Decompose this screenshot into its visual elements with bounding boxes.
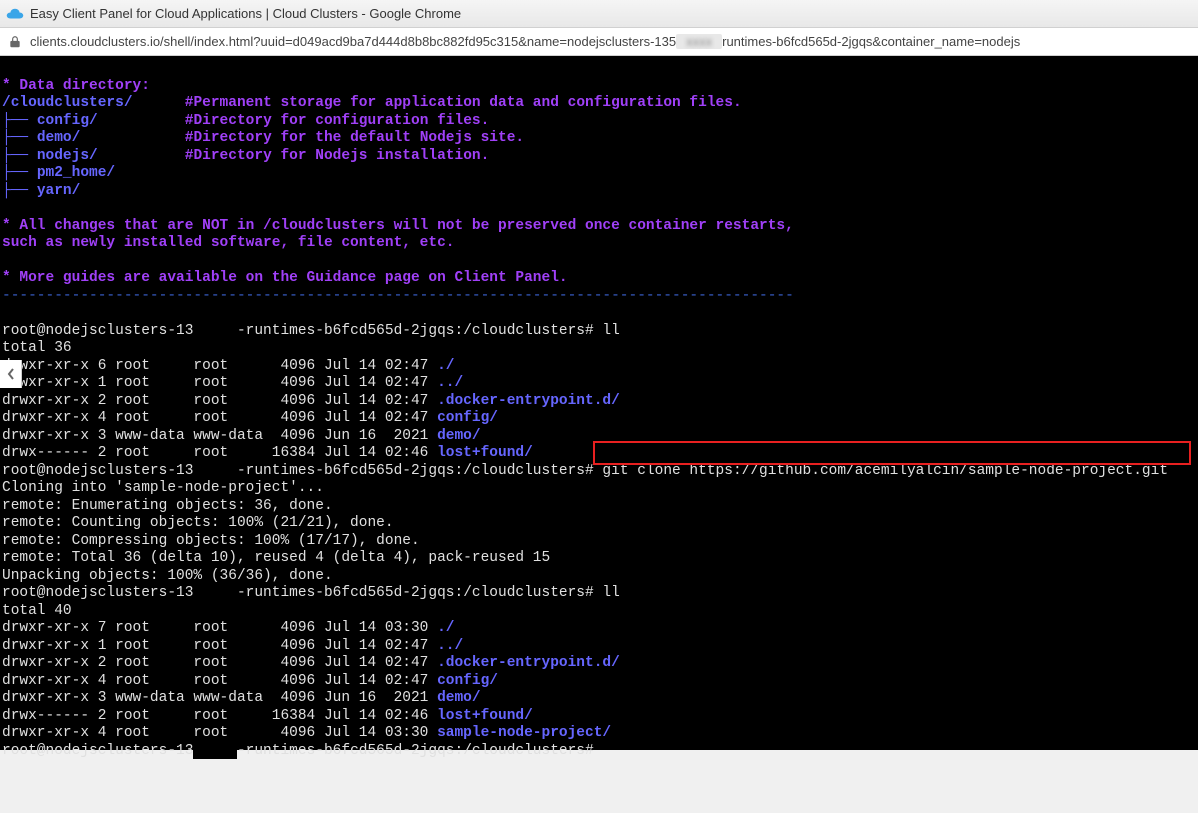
clone-out: Unpacking objects: 100% (36/36), done. bbox=[2, 568, 333, 584]
motd-warn1: * All changes that are NOT in /cloudclus… bbox=[2, 218, 794, 234]
ls2-row: drwxr-xr-x 2 root root 4096 Jul 14 02:47… bbox=[2, 655, 620, 671]
ls2-row: drwxr-xr-x 3 www-data www-data 4096 Jun … bbox=[2, 690, 481, 706]
ls1-row: drwxr-xr-x 4 root root 4096 Jul 14 02:47… bbox=[2, 410, 498, 426]
clone-out: remote: Enumerating objects: 36, done. bbox=[2, 498, 333, 514]
ls2-total: total 40 bbox=[2, 603, 72, 619]
motd-warn2: such as newly installed software, file c… bbox=[2, 235, 454, 251]
ls1-row: drwxr-xr-x 3 www-data www-data 4096 Jun … bbox=[2, 428, 481, 444]
motd-data-dir: * Data directory: bbox=[2, 78, 150, 94]
tree-yarn: yarn/ bbox=[37, 183, 81, 199]
motd-guides: * More guides are available on the Guida… bbox=[2, 270, 568, 286]
ls1-total: total 36 bbox=[2, 340, 72, 356]
clone-out: Cloning into 'sample-node-project'... bbox=[2, 480, 324, 496]
ls1-row: drwxr-xr-x 1 root root 4096 Jul 14 02:47… bbox=[2, 375, 463, 391]
clone-out: remote: Counting objects: 100% (21/21), … bbox=[2, 515, 394, 531]
url-text[interactable]: clients.cloudclusters.io/shell/index.htm… bbox=[30, 34, 1190, 49]
ls2-row: drwxr-xr-x 4 root root 4096 Jul 14 03:30… bbox=[2, 725, 611, 741]
highlight-git-clone bbox=[593, 441, 1191, 465]
panel-expand-handle[interactable] bbox=[0, 360, 22, 388]
tree-pm2home: pm2_home/ bbox=[37, 165, 115, 181]
ls1-row: drwxr-xr-x 6 root root 4096 Jul 14 02:47… bbox=[2, 358, 454, 374]
ls2-row: drwxr-xr-x 4 root root 4096 Jul 14 02:47… bbox=[2, 673, 498, 689]
clone-out: remote: Total 36 (delta 10), reused 4 (d… bbox=[2, 550, 550, 566]
tree-demo: demo/ bbox=[37, 130, 81, 146]
motd-divider: ----------------------------------------… bbox=[2, 288, 794, 304]
tree-config: config/ bbox=[37, 113, 98, 129]
ls1-row: drwxr-xr-x 2 root root 4096 Jul 14 02:47… bbox=[2, 393, 620, 409]
prompt-line-1: root@nodejsclusters-13 -runtimes-b6fcd56… bbox=[2, 323, 620, 339]
ls2-row: drwxr-xr-x 1 root root 4096 Jul 14 02:47… bbox=[2, 638, 463, 654]
browser-url-bar[interactable]: clients.cloudclusters.io/shell/index.htm… bbox=[0, 28, 1198, 56]
prompt-clone: root@nodejsclusters-13 -runtimes-b6fcd56… bbox=[2, 463, 1168, 479]
ls2-row: drwxr-xr-x 7 root root 4096 Jul 14 03:30… bbox=[2, 620, 454, 636]
terminal[interactable]: * Data directory: /cloudclusters/ #Perma… bbox=[0, 56, 1198, 750]
clone-out: remote: Compressing objects: 100% (17/17… bbox=[2, 533, 420, 549]
motd-path-note: #Permanent storage for application data … bbox=[185, 95, 742, 111]
motd-path: /cloudclusters/ bbox=[2, 95, 133, 111]
prompt-line-3: root@nodejsclusters-13 -runtimes-b6fcd56… bbox=[2, 743, 602, 759]
tree-nodejs: nodejs/ bbox=[37, 148, 98, 164]
prompt-line-2: root@nodejsclusters-13 -runtimes-b6fcd56… bbox=[2, 585, 620, 601]
browser-title-bar: Easy Client Panel for Cloud Applications… bbox=[0, 0, 1198, 28]
ls2-row: drwx------ 2 root root 16384 Jul 14 02:4… bbox=[2, 708, 533, 724]
ls1-row: drwx------ 2 root root 16384 Jul 14 02:4… bbox=[2, 445, 533, 461]
git-clone-command: git clone https://github.com/acemilyalci… bbox=[602, 463, 1168, 479]
browser-title-text: Easy Client Panel for Cloud Applications… bbox=[30, 6, 461, 21]
lock-icon bbox=[8, 35, 22, 49]
app-icon bbox=[6, 5, 24, 23]
